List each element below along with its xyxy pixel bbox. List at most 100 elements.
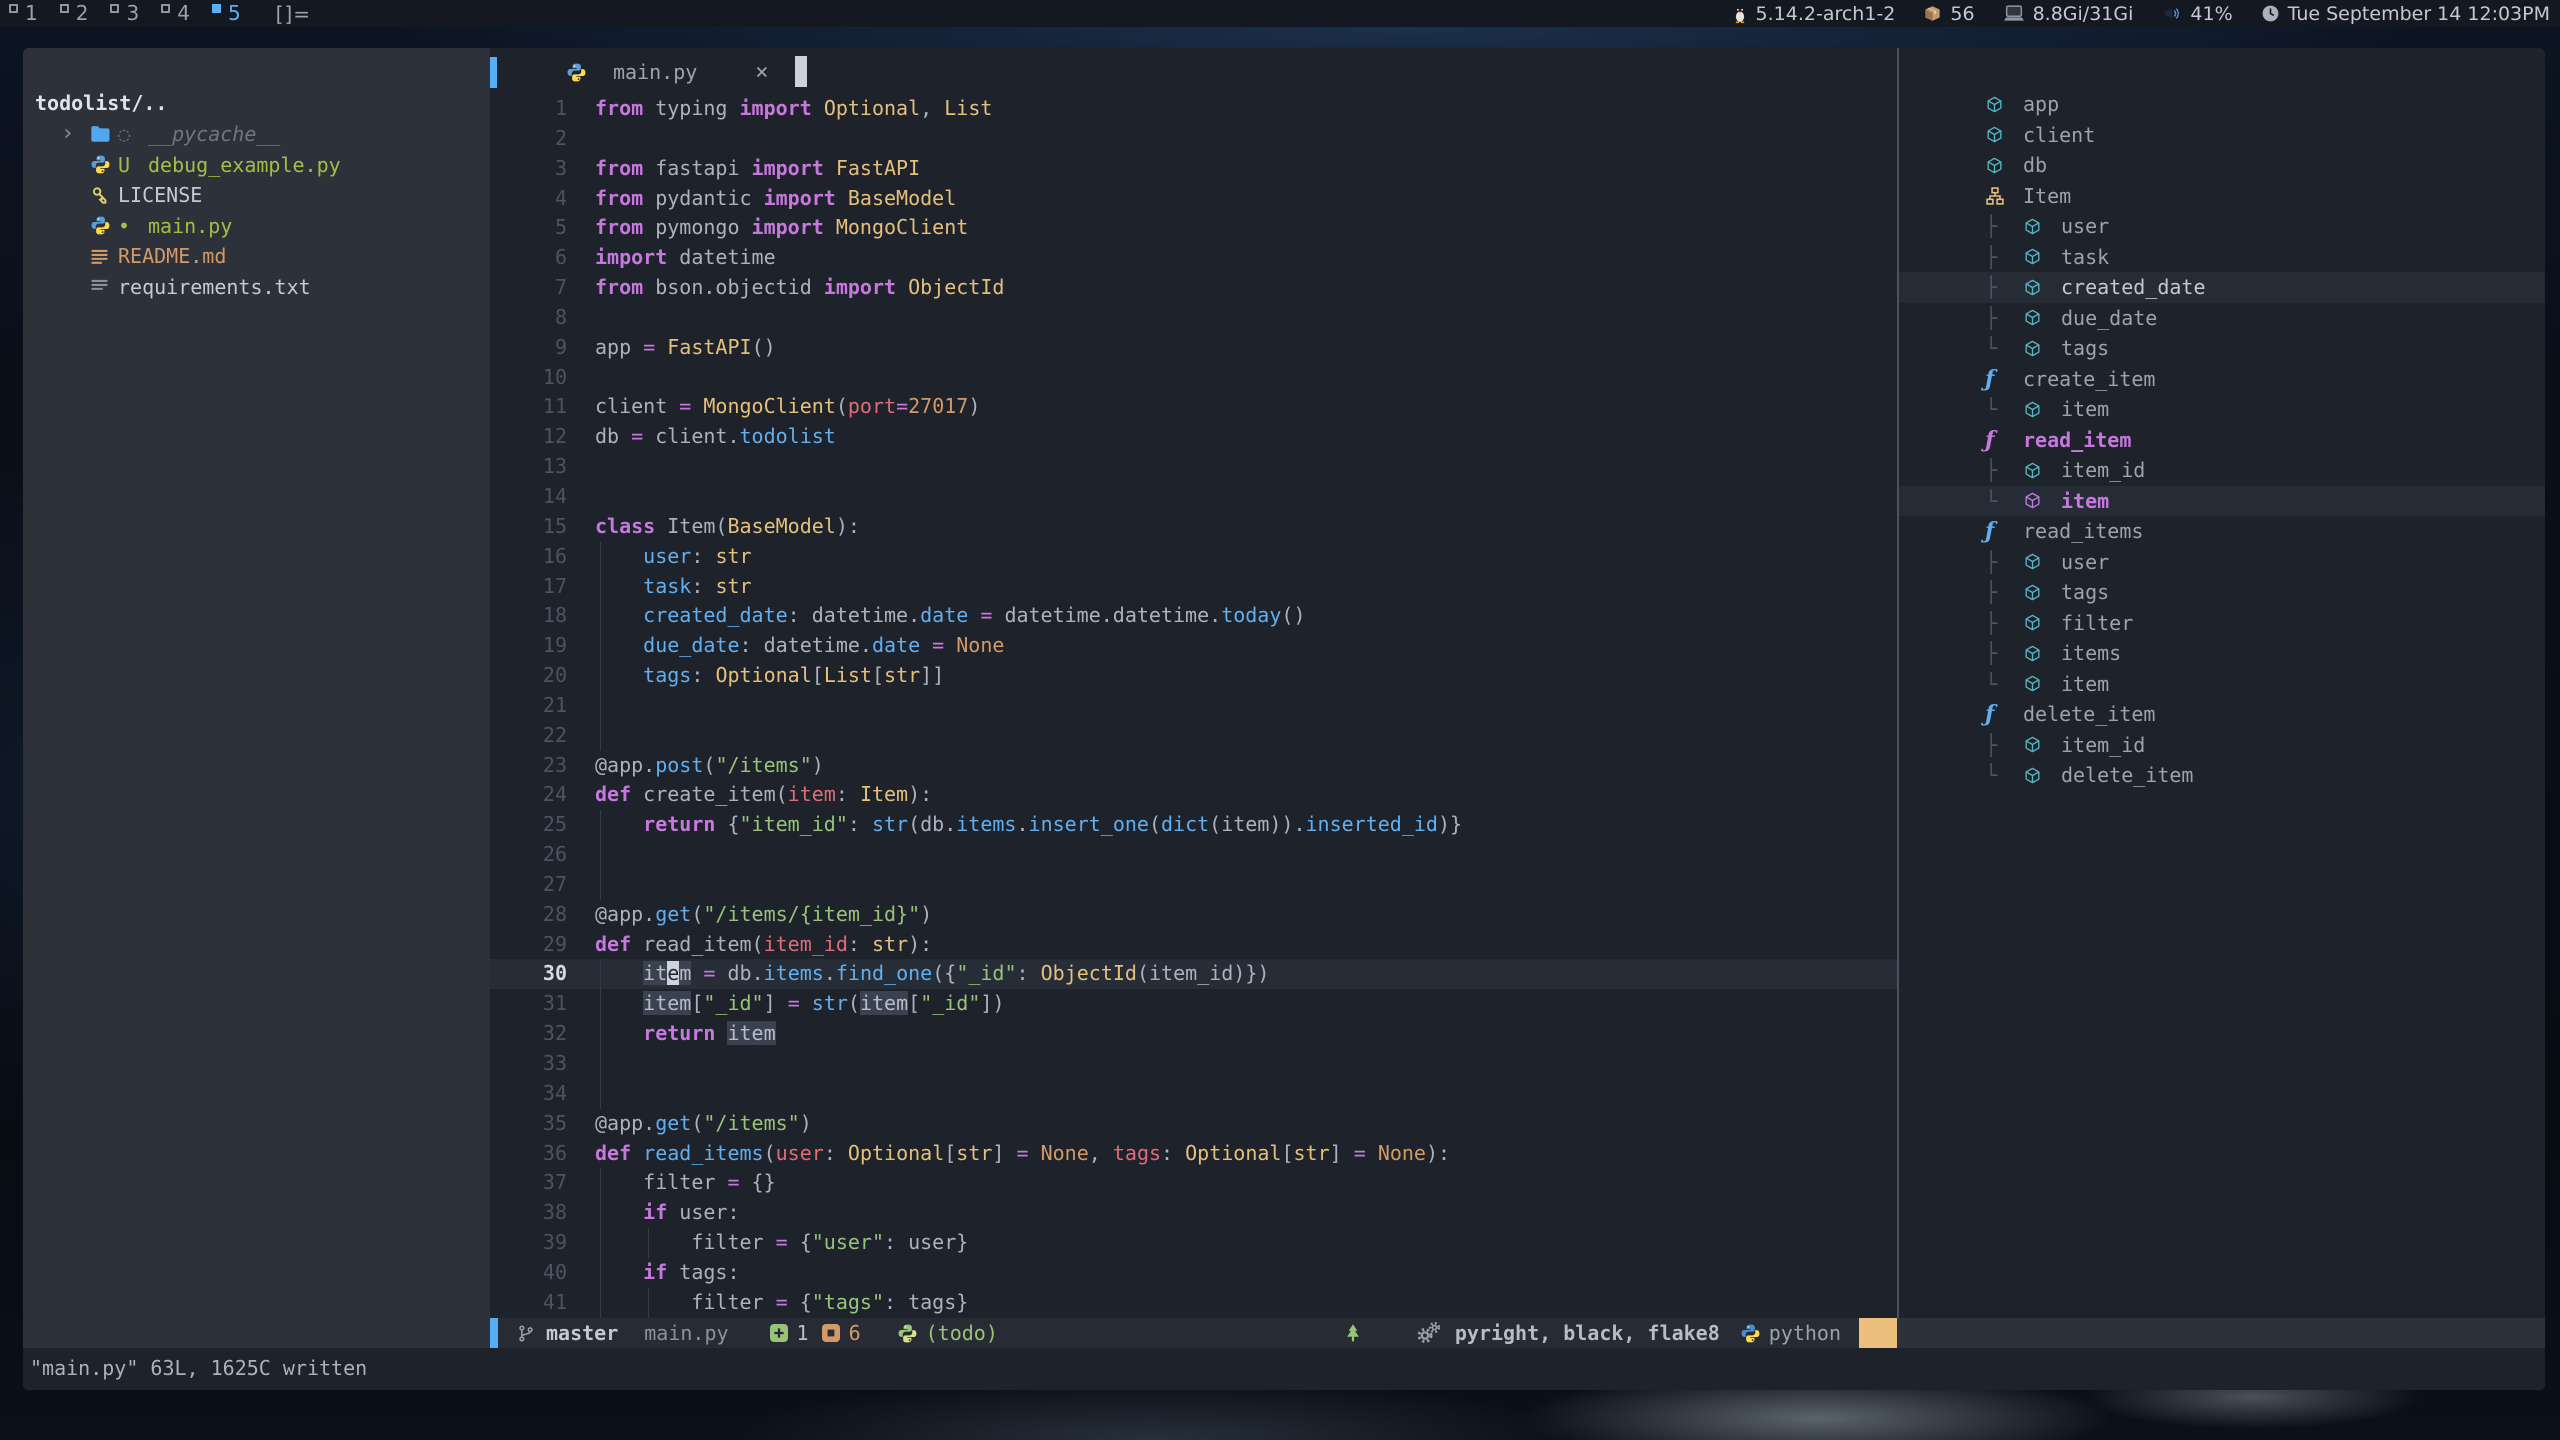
code-token: create_item(	[643, 782, 788, 806]
code-line[interactable]: 38 if user:	[490, 1198, 1897, 1228]
code-line[interactable]: 18 created_date: datetime.date = datetim…	[490, 601, 1897, 631]
outline-item-task[interactable]: ├task	[1899, 242, 2545, 273]
file-explorer-panel[interactable]: todolist/.. ›◌__pycache__ Udebug_example…	[23, 48, 490, 1348]
code-line[interactable]: 15class Item(BaseModel):	[490, 512, 1897, 542]
outline-item-item[interactable]: └item	[1899, 394, 2545, 425]
code-line[interactable]: 6import datetime	[490, 243, 1897, 273]
code-line[interactable]: 31 item["_id"] = str(item["_id"])	[490, 989, 1897, 1019]
code-line[interactable]: 10	[490, 363, 1897, 393]
file-tree-item[interactable]: README.md	[61, 241, 490, 272]
code-line[interactable]: 4from pydantic import BaseModel	[490, 184, 1897, 214]
code-line[interactable]: 26	[490, 840, 1897, 870]
outline-label: db	[2023, 150, 2047, 181]
outline-item-item_id[interactable]: ├item_id	[1899, 730, 2545, 761]
outline-item-app[interactable]: app	[1899, 89, 2545, 120]
code-line[interactable]: 25 return {"item_id": str(db.items.inser…	[490, 810, 1897, 840]
code-line[interactable]: 34	[490, 1079, 1897, 1109]
file-tree-item[interactable]: LICENSE	[61, 180, 490, 211]
file-tree-item[interactable]: ›◌__pycache__	[61, 119, 490, 150]
workspace-button[interactable]: 3	[101, 0, 152, 28]
code-token: ]	[992, 1141, 1016, 1165]
code-token: item_id	[764, 932, 848, 956]
code-line[interactable]: 32 return item	[490, 1019, 1897, 1049]
code-line[interactable]: 39 filter = {"user": user}	[490, 1228, 1897, 1258]
code-line[interactable]: 14	[490, 482, 1897, 512]
code-line[interactable]: 12db = client.todolist	[490, 422, 1897, 452]
code-line[interactable]: 37 filter = {}	[490, 1168, 1897, 1198]
code-line[interactable]: 17 task: str	[490, 572, 1897, 602]
code-line[interactable]: 29def read_item(item_id: str):	[490, 930, 1897, 960]
workspace-button[interactable]: 1	[0, 0, 51, 28]
code-line[interactable]: 28@app.get("/items/{item_id}")	[490, 900, 1897, 930]
outline-item-client[interactable]: client	[1899, 120, 2545, 151]
code-token: items	[956, 812, 1016, 836]
terminal-cursor	[795, 56, 807, 87]
outline-item-created_date[interactable]: ├created_date	[1899, 272, 2545, 303]
outline-item-items[interactable]: ├items	[1899, 638, 2545, 669]
code-line[interactable]: 7from bson.objectid import ObjectId	[490, 273, 1897, 303]
outline-item-user[interactable]: ├user	[1899, 547, 2545, 578]
tab-close-icon[interactable]: ×	[755, 60, 768, 85]
code-line[interactable]: 33	[490, 1049, 1897, 1079]
code-line[interactable]: 11client = MongoClient(port=27017)	[490, 392, 1897, 422]
code-line[interactable]: 5from pymongo import MongoClient	[490, 213, 1897, 243]
code-line[interactable]: 27	[490, 870, 1897, 900]
code-line[interactable]: 8	[490, 303, 1897, 333]
code-line[interactable]: 20 tags: Optional[List[str]]	[490, 661, 1897, 691]
code-area[interactable]: 1from typing import Optional, List23from…	[490, 94, 1897, 1318]
outline-item-read_item[interactable]: ƒread_item	[1899, 425, 2545, 456]
code-line[interactable]: 24def create_item(item: Item):	[490, 780, 1897, 810]
outline-item-user[interactable]: ├user	[1899, 211, 2545, 242]
symbols-outline-panel[interactable]: appclientdbItem├user├task├created_date├d…	[1899, 48, 2545, 1318]
indent-guide	[600, 721, 601, 751]
code-line[interactable]: 23@app.post("/items")	[490, 751, 1897, 781]
code-line[interactable]: 40 if tags:	[490, 1258, 1897, 1288]
outline-item-item[interactable]: └item	[1899, 669, 2545, 700]
outline-item-item_id[interactable]: ├item_id	[1899, 455, 2545, 486]
workspace-button[interactable]: 4	[152, 0, 203, 28]
outline-item-Item[interactable]: Item	[1899, 181, 2545, 212]
code-line[interactable]: 1from typing import Optional, List	[490, 94, 1897, 124]
i3-status-bar: 12345 []= 5.14.2-arch1-2568.8Gi/31Gi41%T…	[0, 0, 2560, 27]
code-line[interactable]: 16 user: str	[490, 542, 1897, 572]
code-line[interactable]: 13	[490, 452, 1897, 482]
file-tree-root[interactable]: todolist/..	[35, 88, 490, 119]
outline-item-tags[interactable]: └tags	[1899, 333, 2545, 364]
outline-item-filter[interactable]: ├filter	[1899, 608, 2545, 639]
editor-window[interactable]: main.py × 1from typing import Optional, …	[490, 48, 1897, 1318]
outline-item-delete_item[interactable]: ƒdelete_item	[1899, 699, 2545, 730]
line-number: 1	[490, 94, 567, 124]
code-token: ()	[752, 335, 776, 359]
code-line[interactable]: 9app = FastAPI()	[490, 333, 1897, 363]
code-line[interactable]: 35@app.get("/items")	[490, 1109, 1897, 1139]
tab-main-py[interactable]: main.py ×	[566, 55, 769, 89]
outline-item-delete_item[interactable]: └delete_item	[1899, 760, 2545, 791]
code-line[interactable]: 36def read_items(user: Optional[str] = N…	[490, 1139, 1897, 1169]
code-token: def	[595, 1141, 643, 1165]
workspace-number: 2	[76, 1, 89, 26]
function-icon: ƒ	[1985, 364, 2023, 395]
field-icon	[2023, 339, 2061, 358]
outline-item-create_item[interactable]: ƒcreate_item	[1899, 364, 2545, 395]
code-line[interactable]: 19 due_date: datetime.date = None	[490, 631, 1897, 661]
code-token	[595, 663, 643, 687]
code-line[interactable]: 41 filter = {"tags": tags}	[490, 1288, 1897, 1318]
code-line[interactable]: 21	[490, 691, 1897, 721]
file-tree-item[interactable]: •main.py	[61, 211, 490, 242]
code-line[interactable]: 3from fastapi import FastAPI	[490, 154, 1897, 184]
code-line[interactable]: 30 item = db.items.find_one({"_id": Obje…	[490, 959, 1897, 989]
outline-item-due_date[interactable]: ├due_date	[1899, 303, 2545, 334]
outline-item-db[interactable]: db	[1899, 150, 2545, 181]
code-token: )	[968, 394, 980, 418]
workspace-button[interactable]: 2	[51, 0, 102, 28]
cursor-block: e	[667, 961, 679, 985]
folder-file-icon	[90, 125, 118, 143]
file-tree-item[interactable]: Udebug_example.py	[61, 150, 490, 181]
outline-item-tags[interactable]: ├tags	[1899, 577, 2545, 608]
file-tree-item[interactable]: requirements.txt	[61, 272, 490, 303]
workspace-button[interactable]: 5	[203, 0, 254, 28]
code-line[interactable]: 2	[490, 124, 1897, 154]
code-line[interactable]: 22	[490, 721, 1897, 751]
outline-item-item[interactable]: └item	[1899, 486, 2545, 517]
outline-item-read_items[interactable]: ƒread_items	[1899, 516, 2545, 547]
